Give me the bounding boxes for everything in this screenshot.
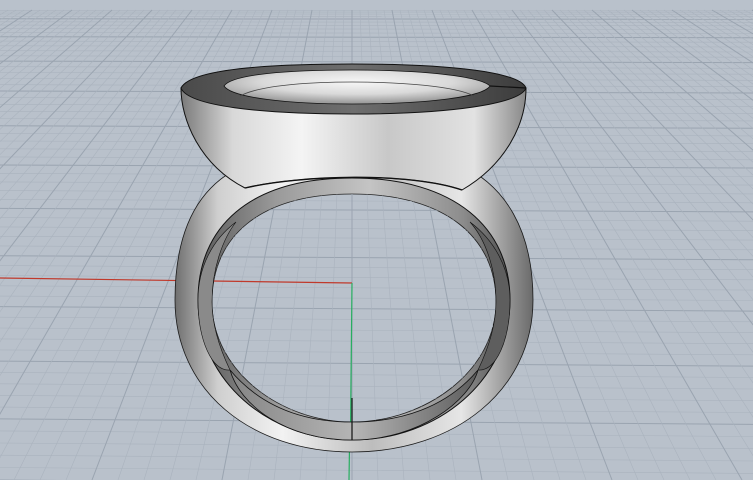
grid-line-horizontal bbox=[0, 18, 753, 20]
bezel-cup bbox=[223, 69, 491, 105]
3d-viewport[interactable] bbox=[0, 0, 753, 480]
